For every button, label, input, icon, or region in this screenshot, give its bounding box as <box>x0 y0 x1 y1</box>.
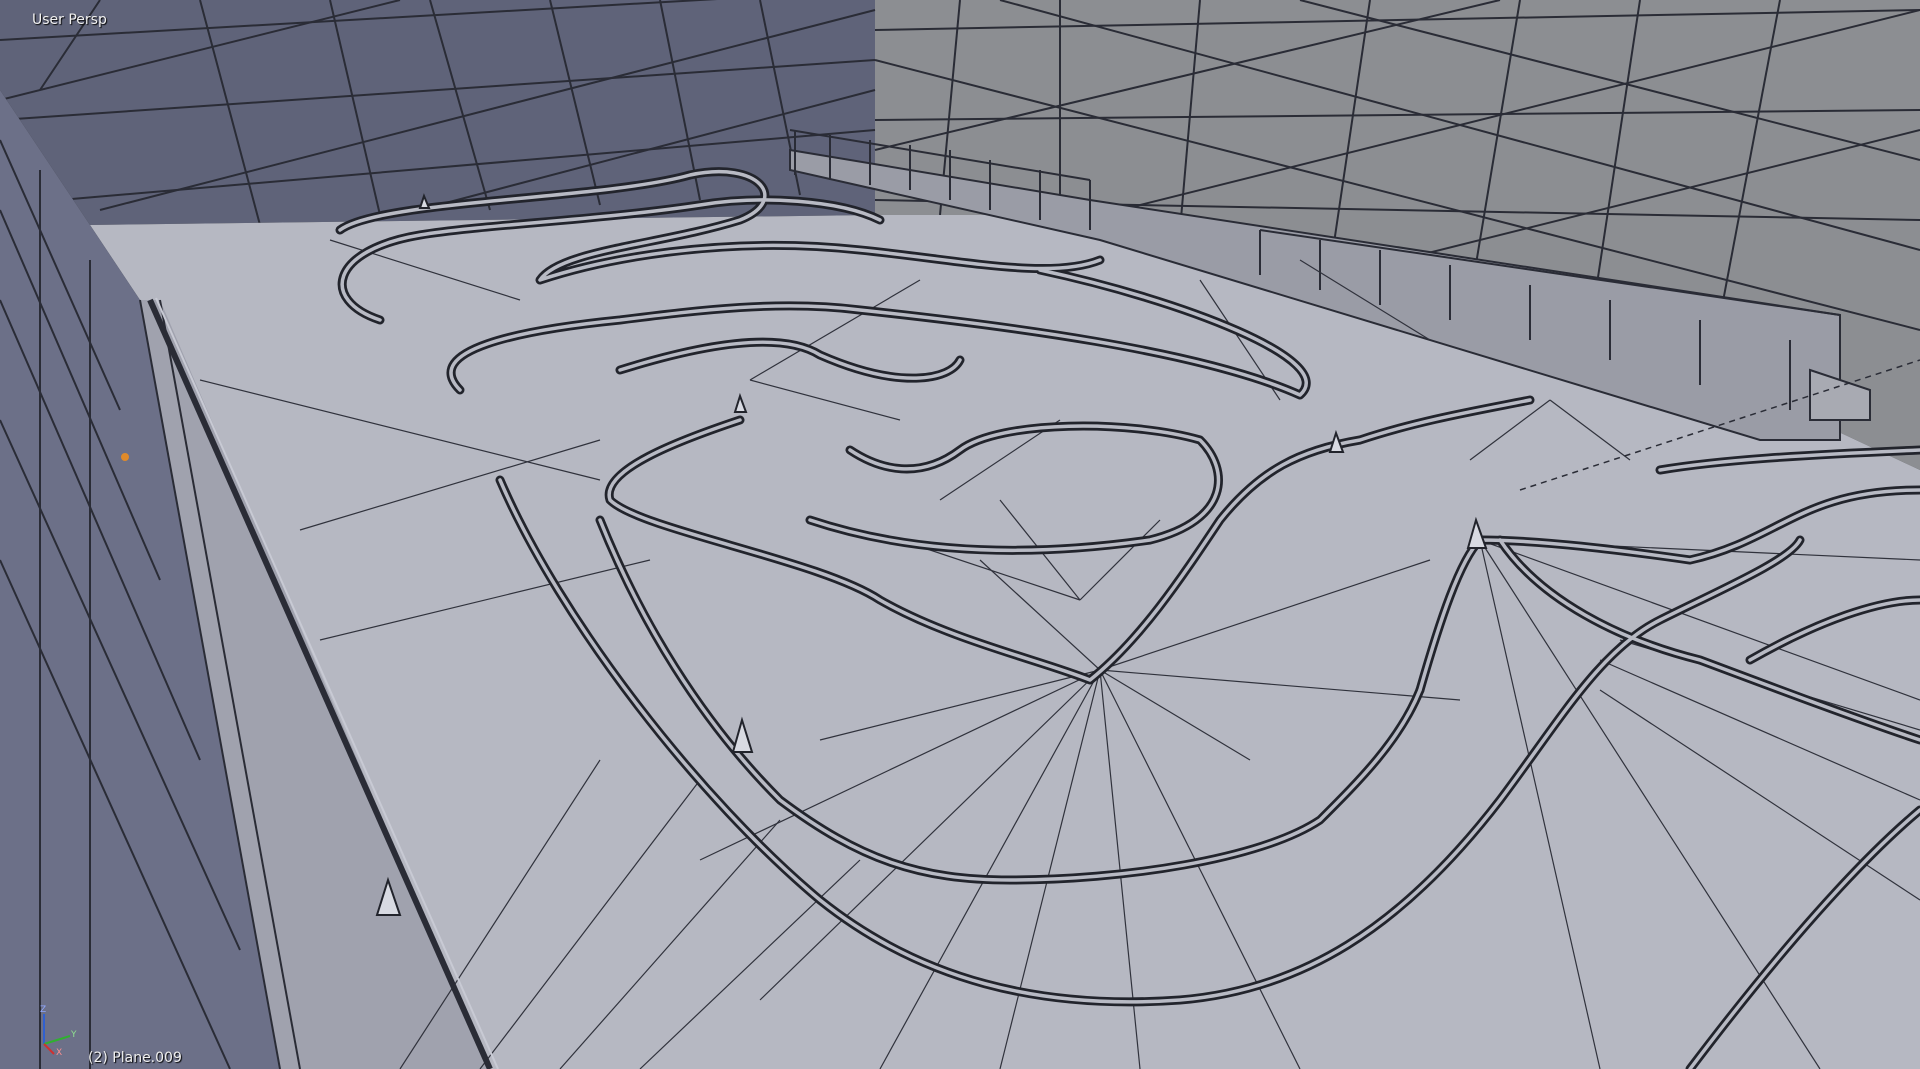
left-back-wall <box>0 0 875 225</box>
selected-vertex-dot[interactable] <box>121 453 129 461</box>
axis-y-label: Y <box>70 1030 77 1040</box>
active-object-label: (2) Plane.009 <box>88 1050 182 1066</box>
xyz-axis-gizmo-icon: Z Y X <box>40 1005 77 1056</box>
view-name-label: User Persp <box>32 12 107 28</box>
track-scene[interactable] <box>0 0 1920 1069</box>
axis-x-label: X <box>56 1048 62 1056</box>
axis-z-label: Z <box>40 1005 46 1015</box>
3d-viewport[interactable]: User Persp Z Y X (2) Plane.009 <box>0 0 1920 1069</box>
